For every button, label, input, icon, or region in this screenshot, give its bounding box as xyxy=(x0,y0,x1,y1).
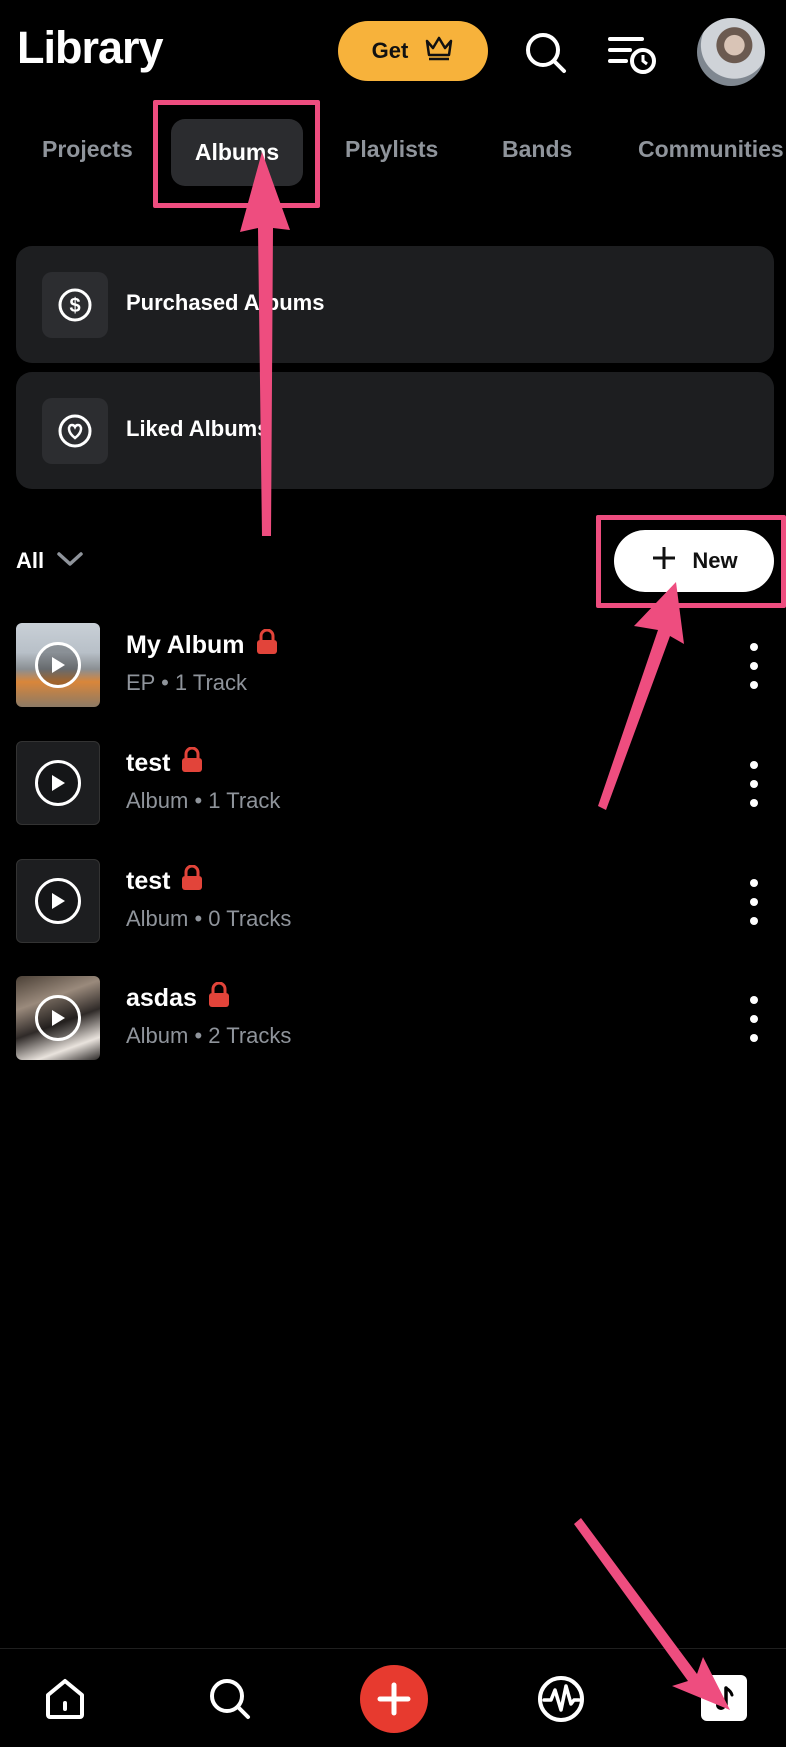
bottom-navigation xyxy=(0,1648,786,1747)
play-icon[interactable] xyxy=(35,642,81,688)
page-title: Library xyxy=(17,22,164,73)
album-subtitle: EP • 1 Track xyxy=(126,670,248,695)
avatar[interactable] xyxy=(697,18,765,86)
album-thumbnail[interactable] xyxy=(16,859,100,943)
chevron-down-icon xyxy=(56,548,84,574)
get-premium-button[interactable]: Get xyxy=(338,21,488,81)
liked-albums-label: Liked Albums xyxy=(126,416,270,441)
purchased-albums-card[interactable]: $ Purchased Albums xyxy=(16,246,774,363)
filter-dropdown[interactable]: All xyxy=(16,548,84,574)
waveform-icon[interactable] xyxy=(533,1671,589,1727)
new-button-highlight xyxy=(596,515,786,608)
liked-albums-card[interactable]: Liked Albums xyxy=(16,372,774,489)
dollar-icon: $ xyxy=(42,272,108,338)
list-item[interactable]: test Album • 1 Track xyxy=(16,741,776,827)
more-options-icon[interactable] xyxy=(748,996,760,1042)
album-thumbnail[interactable] xyxy=(16,623,100,707)
more-options-icon[interactable] xyxy=(748,879,760,925)
filter-label: All xyxy=(16,548,45,573)
add-icon[interactable] xyxy=(360,1665,428,1733)
album-title: test xyxy=(126,864,204,898)
album-subtitle: Album • 0 Tracks xyxy=(126,906,292,931)
tab-playlists[interactable]: Playlists xyxy=(345,136,438,163)
album-thumbnail[interactable] xyxy=(16,741,100,825)
more-options-icon[interactable] xyxy=(748,761,760,807)
heart-icon xyxy=(42,398,108,464)
list-item[interactable]: test Album • 0 Tracks xyxy=(16,859,776,945)
album-thumbnail[interactable] xyxy=(16,976,100,1060)
tab-bands[interactable]: Bands xyxy=(502,136,572,163)
svg-text:$: $ xyxy=(69,295,80,317)
list-item[interactable]: My Album EP • 1 Track xyxy=(16,623,776,709)
purchased-albums-label: Purchased Albums xyxy=(126,290,325,315)
lock-icon xyxy=(180,746,204,780)
queue-history-icon[interactable] xyxy=(604,25,660,81)
get-label: Get xyxy=(371,38,409,63)
play-icon[interactable] xyxy=(35,995,81,1041)
more-options-icon[interactable] xyxy=(748,643,760,689)
library-icon[interactable] xyxy=(701,1675,747,1721)
album-subtitle: Album • 2 Tracks xyxy=(126,1023,292,1048)
crown-icon xyxy=(424,35,454,67)
tab-communities[interactable]: Communities xyxy=(638,136,784,163)
lock-icon xyxy=(180,864,204,898)
album-title: test xyxy=(126,746,204,780)
lock-icon xyxy=(207,981,231,1015)
play-icon[interactable] xyxy=(35,760,81,806)
search-icon[interactable] xyxy=(518,25,574,81)
albums-tab-highlight xyxy=(153,100,320,208)
tab-projects[interactable]: Projects xyxy=(42,136,133,163)
lock-icon xyxy=(255,628,279,662)
list-item[interactable]: asdas Album • 2 Tracks xyxy=(16,976,776,1062)
album-title: My Album xyxy=(126,628,279,662)
search-icon[interactable] xyxy=(202,1671,258,1727)
home-icon[interactable] xyxy=(37,1671,93,1727)
album-title: asdas xyxy=(126,981,231,1015)
play-icon[interactable] xyxy=(35,878,81,924)
album-subtitle: Album • 1 Track xyxy=(126,788,281,813)
